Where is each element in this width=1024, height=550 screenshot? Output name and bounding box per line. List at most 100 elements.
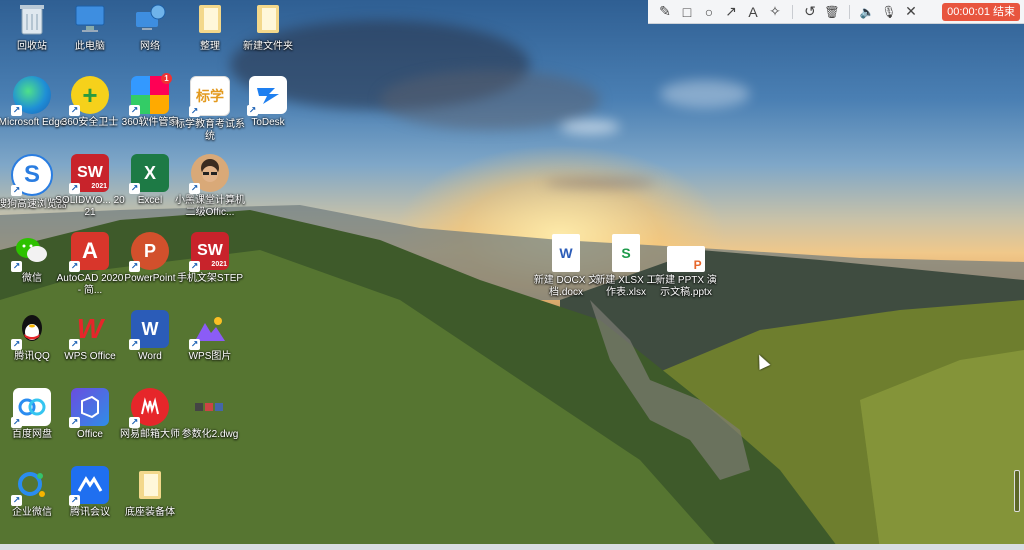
icon-label: ToDesk [251,117,285,128]
solidworks-icon: SW 2021 ↗ [189,232,229,272]
office-shortcut[interactable]: ↗ Office [58,388,122,441]
excel-icon: X ↗ [129,154,169,194]
shortcut-arrow-icon: ↗ [69,417,80,428]
presentation-icon: P [667,246,705,272]
solidworks-shortcut[interactable]: SW 2021 ↗ SOLIDWO... 2021 [55,154,125,219]
magic-wand-icon[interactable]: ✧ [764,1,786,23]
new-pptx-file[interactable]: P 新建 PPTX 演示文稿.pptx [654,234,718,299]
word-document-icon: W [552,234,580,272]
shortcut-arrow-icon: ↗ [129,105,140,116]
new-docx-file[interactable]: W 新建 DOCX 文档.docx [534,234,598,299]
shortcut-arrow-icon: ↗ [69,495,80,506]
office-icon: ↗ [69,388,109,428]
powerpoint-shortcut[interactable]: P ↗ PowerPoint [118,232,182,285]
trash-icon[interactable]: 🗑 [821,1,843,23]
side-scroll-indicator [1014,470,1020,512]
dwg-file[interactable]: 参数化2.dwg [178,388,242,441]
word-icon: W ↗ [129,310,169,350]
icon-label: 新建 PPTX 演示文稿.pptx [655,275,717,298]
shortcut-arrow-icon: ↗ [69,183,80,194]
spreadsheet-icon: S [612,234,640,272]
powerpoint-icon: P ↗ [129,232,169,272]
wps-icon: W ↗ [69,313,104,350]
network-shortcut[interactable]: 网络 [118,0,182,53]
todesk-icon: ↗ [247,76,287,116]
computer-icon [71,0,109,38]
microphone-icon[interactable]: 🎙 [878,1,900,23]
shortcut-arrow-icon: ↗ [129,261,140,272]
sogou-icon: S ↗ [11,154,53,196]
undo-icon[interactable]: ↺ [799,1,821,23]
qq-penguin-icon: ↗ [11,310,51,350]
pen-icon[interactable]: ✎ [654,1,676,23]
xiaohei-classroom-shortcut[interactable]: ↗ 小黑课堂计算机二级Offic... [175,154,245,219]
wps-office-shortcut[interactable]: W ↗ WPS Office [58,310,122,363]
netease-mail-shortcut[interactable]: ↗ 网易邮箱大师 [118,388,182,441]
circle-icon[interactable]: ○ [698,1,720,23]
shortcut-arrow-icon: ↗ [129,417,140,428]
sw-step-shortcut[interactable]: SW 2021 ↗ 手机文架STEP [176,232,244,285]
shortcut-arrow-icon: ↗ [69,261,80,272]
new-xlsx-file[interactable]: S 新建 XLSX 工作表.xlsx [594,234,658,299]
shortcut-arrow-icon: ↗ [69,339,80,350]
network-icon [131,0,169,38]
shortcut-arrow-icon: ↗ [189,183,200,194]
autocad-shortcut[interactable]: A ↗ AutoCAD 2020 - 简... [57,232,123,297]
wechat-icon: ↗ [11,232,51,272]
close-icon[interactable]: ✕ [900,1,922,23]
this-pc-shortcut[interactable]: 此电脑 [58,0,122,53]
toolbar-divider [792,4,793,19]
bottom-edge-bar [0,544,1024,550]
wps-picture-icon: ↗ [189,310,229,350]
biaoxue-exam-shortcut[interactable]: 标学 ↗ 标学教育考试系统 [175,76,245,143]
netease-mail-icon: ↗ [129,388,169,428]
icon-label: 参数化2.dwg [181,429,239,440]
shortcut-arrow-icon: ↗ [69,105,80,116]
shortcut-arrow-icon: ↗ [189,106,200,117]
edge-icon: ↗ [11,76,51,116]
recycle-bin-icon [13,0,51,38]
shortcut-arrow-icon: ↗ [189,339,200,350]
text-icon[interactable]: A [742,1,764,23]
360-software-manager-shortcut[interactable]: ↗ 1 360软件管家 [118,73,182,129]
backup-folder[interactable]: 底座装备体 [118,466,182,519]
new-folder[interactable]: 新建文件夹 [236,0,300,53]
arrow-icon[interactable]: ↗ [720,1,742,23]
baidu-cloud-icon: ↗ [11,388,51,428]
solidworks-icon: SW 2021 ↗ [69,154,109,194]
shortcut-arrow-icon: ↗ [129,339,140,350]
speaker-icon[interactable]: 🔈 [856,1,878,23]
shortcut-arrow-icon: ↗ [11,339,22,350]
icon-label: WPS图片 [188,351,232,362]
wps-picture-shortcut[interactable]: ↗ WPS图片 [178,310,242,363]
excel-shortcut[interactable]: X ↗ Excel [118,154,182,207]
icon-label: 手机文架STEP [176,273,244,284]
icon-label: 小黑课堂计算机二级Offic... [175,195,245,218]
shortcut-arrow-icon: ↗ [11,185,22,196]
folder-icon [131,466,169,504]
screen-recording-toolbar: ✎ □ ○ ↗ A ✧ ↺ 🗑 🔈 🎙 ✕ 00:00:01 结束 [648,0,1024,24]
version-badge: 2021 [91,183,107,190]
shortcut-arrow-icon: ↗ [189,261,200,272]
tencent-meeting-shortcut[interactable]: ↗ 腾讯会议 [58,466,122,519]
stop-recording-button[interactable]: 00:00:01 结束 [942,2,1020,21]
shortcut-arrow-icon: ↗ [11,261,22,272]
todesk-shortcut[interactable]: ↗ ToDesk [236,76,300,129]
xiaohei-avatar-icon: ↗ [189,154,229,194]
shortcut-arrow-icon: ↗ [247,105,258,116]
shortcut-arrow-icon: ↗ [11,417,22,428]
shortcut-arrow-icon: ↗ [11,105,22,116]
dwg-file-icon [191,388,229,426]
tencent-meeting-icon: ↗ [69,466,109,506]
wework-icon: ↗ [11,466,51,506]
autocad-icon: A ↗ [69,232,109,272]
360-security-icon: + ↗ [69,76,109,116]
shortcut-arrow-icon: ↗ [129,183,140,194]
icon-label: 新建文件夹 [243,41,293,52]
biaoxue-icon: 标学 ↗ [189,76,230,117]
360-security-shortcut[interactable]: + ↗ 360安全卫士 [58,76,122,129]
rectangle-icon[interactable]: □ [676,1,698,23]
folder-icon [191,0,229,38]
version-badge: 2021 [211,261,227,268]
word-shortcut[interactable]: W ↗ Word [118,310,182,363]
